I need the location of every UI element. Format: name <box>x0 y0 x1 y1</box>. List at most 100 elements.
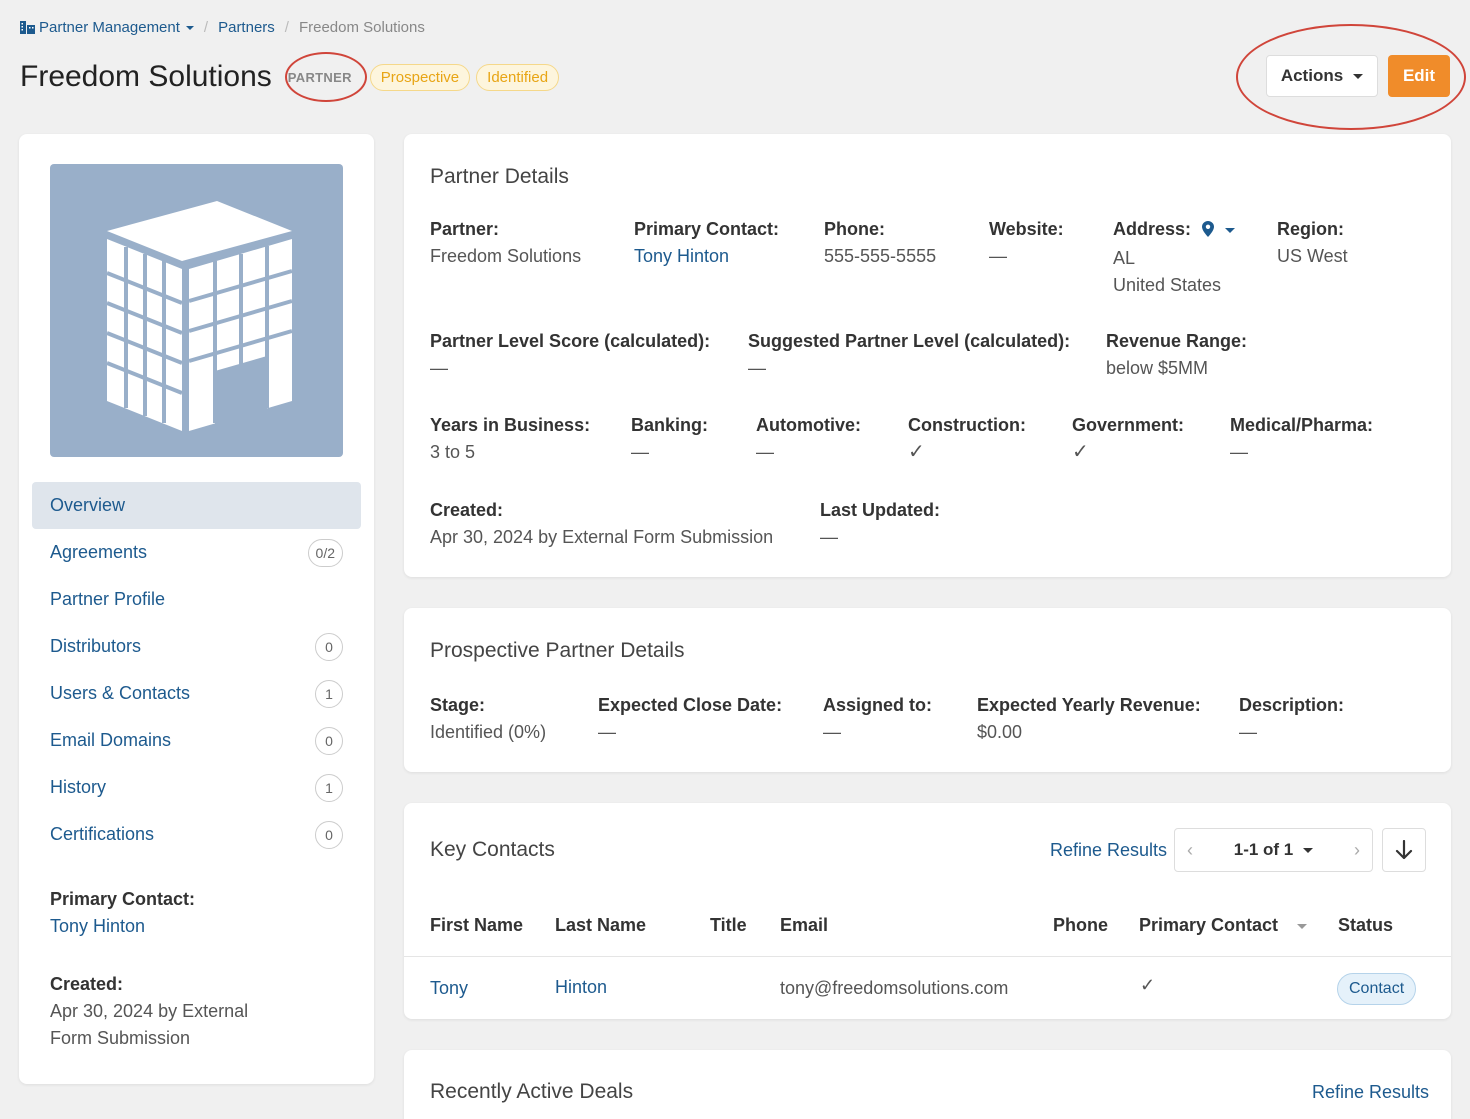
field-label: Website: <box>989 219 1064 239</box>
table-divider <box>404 956 1451 957</box>
field-label: Revenue Range: <box>1106 331 1248 351</box>
field-website: Website: — <box>989 216 1064 270</box>
chevron-down-icon[interactable] <box>185 25 194 30</box>
pagination-control: ‹ 1-1 of 1 › <box>1174 828 1373 872</box>
sidebar-item-agreements[interactable]: Agreements 0/2 <box>32 529 361 576</box>
field-suggested-level: Suggested Partner Level (calculated): — <box>748 328 1070 382</box>
sidebar-item-history[interactable]: History 1 <box>32 764 361 811</box>
field-value: below $5MM <box>1106 358 1209 378</box>
card-title: Prospective Partner Details <box>430 639 685 662</box>
field-value: Identified (0%) <box>430 722 547 742</box>
sidebar-item-label: History <box>50 777 107 797</box>
field-value: United States <box>1113 275 1222 295</box>
sidebar-item-users-contacts[interactable]: Users & Contacts 1 <box>32 670 361 717</box>
sidebar-nav: Overview Agreements 0/2 Partner Profile … <box>32 482 361 858</box>
sidebar-item-certifications[interactable]: Certifications 0 <box>32 811 361 858</box>
breadcrumb-separator: / <box>284 19 289 36</box>
column-header-last-name[interactable]: Last Name <box>555 915 646 936</box>
field-value: $0.00 <box>977 722 1023 742</box>
breadcrumb-partner-management[interactable]: Partner Management <box>39 19 180 36</box>
page-range-text: 1-1 of 1 <box>1233 840 1294 859</box>
sidebar-item-label: Overview <box>50 495 126 515</box>
column-header-status[interactable]: Status <box>1338 915 1393 936</box>
field-value: 555-555-5555 <box>824 246 937 266</box>
chevron-down-icon[interactable] <box>1225 227 1236 233</box>
sidebar-item-email-domains[interactable]: Email Domains 0 <box>32 717 361 764</box>
column-header-title[interactable]: Title <box>710 915 747 936</box>
breadcrumb: Partner Management / Partners / Freedom … <box>20 19 425 36</box>
chevron-left-icon[interactable]: ‹ <box>1187 840 1193 861</box>
column-header-first-name[interactable]: First Name <box>430 915 523 936</box>
column-header-email[interactable]: Email <box>780 915 828 936</box>
field-partner-level-score: Partner Level Score (calculated): — <box>430 328 710 382</box>
field-stage: Stage: Identified (0%) <box>430 692 546 746</box>
sidebar-item-label: Users & Contacts <box>50 683 191 703</box>
checkmark-icon: ✓ <box>908 441 925 463</box>
field-value: — <box>598 722 616 742</box>
field-value: Apr 30, 2024 by External Form Submission <box>430 527 774 547</box>
sidebar-item-distributors[interactable]: Distributors 0 <box>32 623 361 670</box>
download-button[interactable] <box>1382 828 1426 872</box>
field-years-in-business: Years in Business: 3 to 5 <box>430 412 590 466</box>
actions-dropdown-button[interactable]: Actions <box>1266 55 1378 97</box>
edit-button[interactable]: Edit <box>1388 55 1450 97</box>
field-last-updated: Last Updated: — <box>820 497 940 551</box>
sidebar-item-partner-profile[interactable]: Partner Profile <box>32 576 361 623</box>
primary-contact-link[interactable]: Tony Hinton <box>634 243 779 270</box>
sidebar-item-label: Partner Profile <box>50 589 166 609</box>
page-range-dropdown[interactable]: 1-1 of 1 <box>1234 840 1314 860</box>
recent-deals-card: Recently Active Deals Refine Results <box>404 1050 1451 1119</box>
field-value: — <box>989 246 1007 266</box>
refine-results-link[interactable]: Refine Results <box>1050 840 1167 861</box>
breadcrumb-partners[interactable]: Partners <box>218 19 275 36</box>
column-header-label: Primary Contact <box>1139 915 1279 935</box>
chevron-right-icon[interactable]: › <box>1354 840 1360 861</box>
field-label: Suggested Partner Level (calculated): <box>748 331 1071 351</box>
column-header-primary-contact[interactable]: Primary Contact <box>1139 915 1308 936</box>
field-address: Address: AL United States <box>1113 216 1236 299</box>
created-label: Created: <box>50 974 124 994</box>
field-created: Created: Apr 30, 2024 by External Form S… <box>430 497 773 551</box>
field-label: Description: <box>1239 695 1345 715</box>
chevron-down-icon <box>1303 847 1314 853</box>
field-revenue-range: Revenue Range: below $5MM <box>1106 328 1247 382</box>
checkmark-icon: ✓ <box>1072 441 1089 463</box>
created-value-line1: Apr 30, 2024 by External <box>50 1001 249 1021</box>
field-expected-close-date: Expected Close Date: — <box>598 692 782 746</box>
title-row: Freedom Solutions PARTNER Prospective Id… <box>20 58 560 96</box>
field-label: Assigned to: <box>823 695 933 715</box>
sidebar-item-overview[interactable]: Overview <box>32 482 361 529</box>
sidebar-item-label: Agreements <box>50 542 148 562</box>
card-title: Key Contacts <box>430 838 555 861</box>
count-badge: 1 <box>315 773 343 802</box>
refine-results-link[interactable]: Refine Results <box>1312 1082 1429 1103</box>
cell-last-name[interactable]: Hinton <box>555 977 607 998</box>
chevron-down-icon <box>1353 73 1364 79</box>
field-primary-contact: Primary Contact: Tony Hinton <box>634 216 779 270</box>
cell-first-name[interactable]: Tony <box>430 978 468 999</box>
map-pin-icon[interactable] <box>1202 218 1215 245</box>
address-label: Address: <box>1113 219 1192 239</box>
partner-type-label: PARTNER <box>287 69 352 85</box>
field-label: Medical/Pharma: <box>1230 415 1374 435</box>
partner-logo <box>50 164 343 457</box>
field-value: AL <box>1113 248 1136 268</box>
field-value: — <box>430 358 448 378</box>
field-label: Address: <box>1113 216 1236 245</box>
field-partner: Partner: Freedom Solutions <box>430 216 581 270</box>
sidebar-primary-contact: Primary Contact: Tony Hinton <box>50 886 350 940</box>
field-value: — <box>756 442 774 462</box>
sidebar-item-label: Email Domains <box>50 730 172 750</box>
checkmark-icon: ✓ <box>1140 975 1156 995</box>
building-icon <box>105 200 293 431</box>
field-label: Expected Close Date: <box>598 695 783 715</box>
primary-contact-link[interactable]: Tony Hinton <box>50 913 350 940</box>
field-label: Partner: <box>430 219 500 239</box>
page-title: Freedom Solutions <box>20 60 272 93</box>
column-header-phone[interactable]: Phone <box>1053 915 1108 936</box>
card-title: Recently Active Deals <box>430 1080 634 1103</box>
field-label: Government: <box>1072 415 1185 435</box>
field-value: — <box>1239 722 1257 742</box>
partner-details-card: Partner Details Partner: Freedom Solutio… <box>404 134 1451 577</box>
count-badge: 1 <box>315 679 343 708</box>
